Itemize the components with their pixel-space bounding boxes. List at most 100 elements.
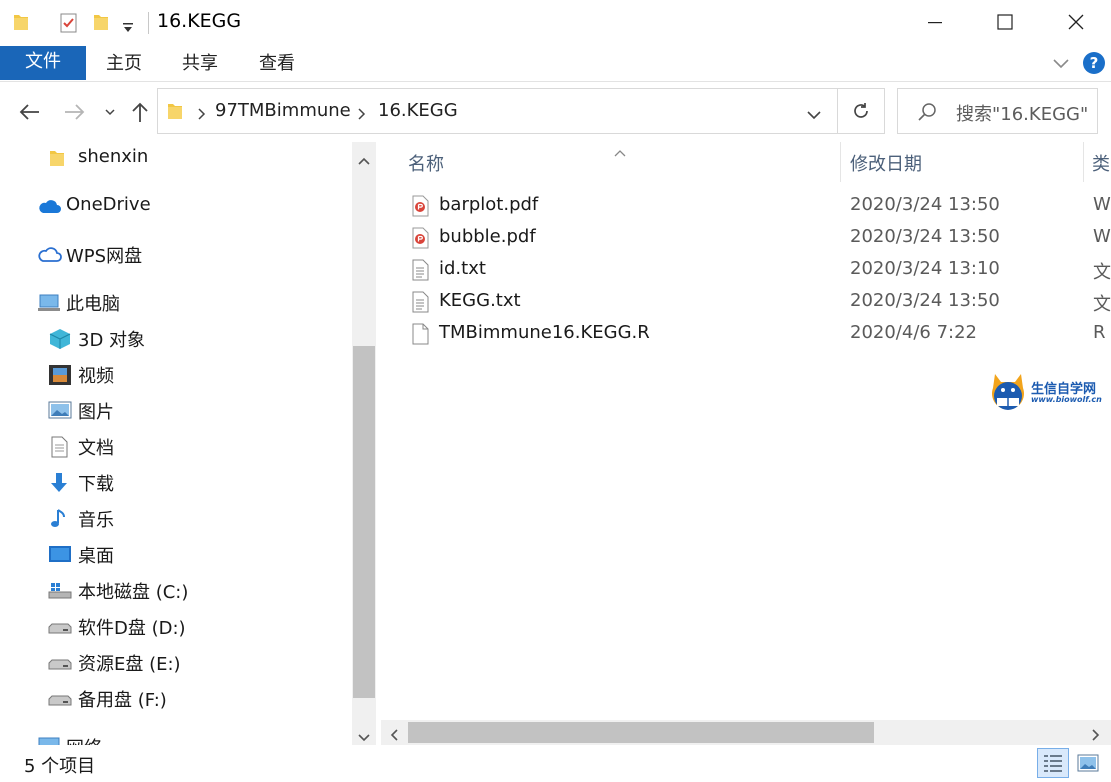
close-icon (1068, 14, 1084, 30)
file-date: 2020/4/6 7:22 (850, 322, 977, 343)
file-name: TMBimmune16.KEGG.R (439, 322, 650, 343)
column-divider[interactable] (1083, 142, 1084, 182)
column-header-type[interactable]: 类 (1092, 150, 1110, 176)
large-icons-view-button[interactable] (1073, 748, 1103, 778)
sidebar-item-label: 文档 (78, 438, 114, 459)
file-row-id-txt[interactable]: id.txt 2020/3/24 13:10 文 (405, 255, 1111, 287)
address-bar[interactable]: 97TMBimmune 16.KEGG (157, 88, 838, 134)
large-icons-view-icon (1077, 754, 1099, 772)
refresh-button[interactable] (837, 88, 885, 134)
sidebar-item-label: 网络 (66, 734, 102, 745)
help-icon[interactable]: ? (1083, 52, 1105, 74)
up-arrow-icon (132, 102, 148, 122)
cloud-icon (36, 196, 61, 218)
item-count: 5 个项目 (24, 756, 96, 777)
tab-share[interactable]: 共享 (170, 48, 230, 82)
download-icon (48, 472, 72, 494)
sidebar-item-onedrive[interactable]: OneDrive (0, 190, 352, 224)
sidebar-item-label: WPS网盘 (66, 246, 143, 267)
wolf-mascot-icon (987, 370, 1029, 419)
sidebar-item-desktop[interactable]: 桌面 (0, 538, 352, 572)
scroll-right-icon[interactable] (1091, 726, 1101, 747)
file-type: W (1093, 194, 1111, 215)
maximize-icon (997, 14, 1013, 30)
properties-icon[interactable] (58, 12, 80, 39)
breadcrumb-97tmbimmune[interactable]: 97TMBimmune (215, 100, 351, 121)
sidebar-item-label: 音乐 (78, 510, 114, 531)
close-button[interactable] (1041, 0, 1111, 44)
file-row-tmbimmune-r[interactable]: TMBimmune16.KEGG.R 2020/4/6 7:22 R (405, 319, 1111, 351)
expand-ribbon-icon[interactable] (1052, 54, 1070, 75)
sidebar-item-this-pc[interactable]: 此电脑 (0, 286, 352, 320)
file-date: 2020/3/24 13:50 (850, 226, 1000, 247)
column-header-date[interactable]: 修改日期 (850, 150, 922, 176)
sidebar-item-pictures[interactable]: 图片 (0, 394, 352, 428)
search-icon (916, 101, 938, 128)
scroll-left-icon[interactable] (389, 726, 399, 747)
tab-view[interactable]: 查看 (247, 48, 307, 82)
new-folder-icon[interactable] (92, 12, 110, 37)
sidebar-item-downloads[interactable]: 下载 (0, 466, 352, 500)
system-drive-icon (48, 580, 72, 602)
pictures-icon (48, 400, 72, 422)
up-button[interactable] (126, 98, 154, 126)
file-row-barplot-pdf[interactable]: barplot.pdf 2020/3/24 13:50 W (405, 191, 1111, 223)
sidebar-item-label: shenxin (78, 146, 149, 167)
sidebar-item-network[interactable]: 网络 (0, 730, 352, 745)
address-history-dropdown-icon[interactable] (806, 105, 822, 126)
maximize-button[interactable] (970, 0, 1040, 44)
recent-locations-button[interactable] (96, 98, 124, 126)
file-row-kegg-txt[interactable]: KEGG.txt 2020/3/24 13:50 文 (405, 287, 1111, 319)
forward-button[interactable] (60, 98, 88, 126)
ribbon-tabs: 文件 主页 共享 查看 ? (0, 44, 1111, 82)
tab-home[interactable]: 主页 (94, 48, 154, 82)
text-file-icon (411, 259, 429, 286)
watermark-logo: 生信自学网 www.biowolf.cn (987, 370, 1107, 414)
search-box[interactable]: 搜索"16.KEGG" (897, 88, 1098, 134)
details-view-button[interactable] (1037, 748, 1069, 778)
search-placeholder: 搜索"16.KEGG" (956, 104, 1089, 125)
sidebar-item-music[interactable]: 音乐 (0, 502, 352, 536)
sidebar-item-drive-f[interactable]: 备用盘 (F:) (0, 682, 352, 716)
sidebar-item-drive-d[interactable]: 软件D盘 (D:) (0, 610, 352, 644)
horizontal-scroll-thumb[interactable] (408, 722, 874, 743)
folder-icon[interactable] (12, 12, 30, 37)
sidebar-item-videos[interactable]: 视频 (0, 358, 352, 392)
sidebar-scroll-thumb[interactable] (353, 346, 375, 698)
file-type: 文 (1093, 294, 1111, 315)
column-header-name[interactable]: 名称 (408, 150, 444, 176)
folder-icon (166, 101, 184, 126)
sort-ascending-icon (613, 142, 627, 163)
sidebar-item-documents[interactable]: 文档 (0, 430, 352, 464)
minimize-button[interactable] (900, 0, 970, 44)
sidebar-item-drive-e[interactable]: 资源E盘 (E:) (0, 646, 352, 680)
file-date: 2020/3/24 13:50 (850, 194, 1000, 215)
sidebar-item-drive-c[interactable]: 本地磁盘 (C:) (0, 574, 352, 608)
sidebar-item-label: 视频 (78, 366, 114, 387)
chevron-right-icon[interactable] (196, 105, 206, 126)
column-divider[interactable] (840, 142, 841, 182)
sidebar-item-wps-cloud[interactable]: WPS网盘 (0, 238, 352, 272)
sidebar-item-label: 图片 (78, 402, 114, 423)
watermark-url: www.biowolf.cn (1031, 395, 1102, 404)
customize-quick-access-icon[interactable] (122, 17, 134, 38)
sidebar-item-3d-objects[interactable]: 3D 对象 (0, 322, 352, 356)
chevron-down-icon (105, 109, 115, 116)
chevron-right-icon[interactable] (356, 105, 366, 126)
sidebar-item-label: 此电脑 (66, 294, 120, 315)
breadcrumb-16-kegg[interactable]: 16.KEGG (378, 100, 458, 121)
horizontal-scrollbar[interactable] (381, 720, 1111, 745)
tab-file[interactable]: 文件 (0, 46, 86, 80)
sidebar-item-shenxin[interactable]: shenxin (0, 142, 352, 176)
back-button[interactable] (16, 98, 44, 126)
sidebar-item-label: 资源E盘 (E:) (78, 654, 181, 675)
file-row-bubble-pdf[interactable]: bubble.pdf 2020/3/24 13:50 W (405, 223, 1111, 255)
minimize-icon (928, 22, 942, 24)
sidebar-scrollbar[interactable] (352, 142, 376, 745)
navigation-bar: 97TMBimmune 16.KEGG 搜索"16.KEGG" (0, 82, 1111, 142)
scroll-up-icon[interactable] (357, 150, 371, 171)
sidebar-item-label: 桌面 (78, 546, 114, 567)
computer-icon (36, 292, 60, 314)
title-bar: 16.KEGG (0, 0, 1111, 44)
sidebar-item-label: 3D 对象 (78, 330, 146, 351)
